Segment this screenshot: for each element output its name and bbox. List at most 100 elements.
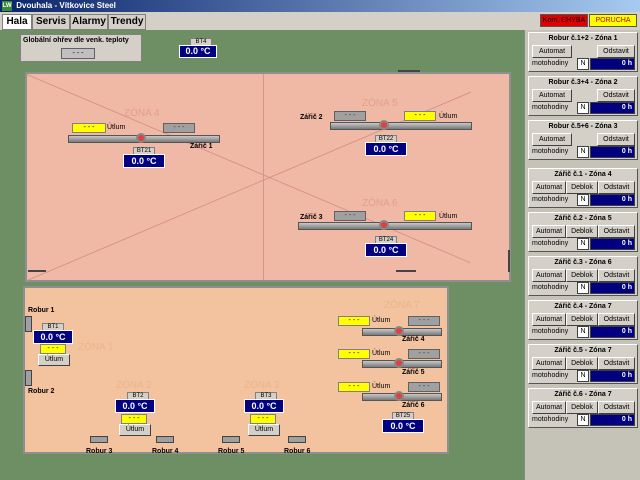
title-bar: LW Dvouhala - Vítkovice Steel — [0, 0, 640, 12]
reset-hours-button[interactable]: N — [577, 58, 589, 70]
zone-3-label: ZÓNA 3 — [244, 380, 280, 391]
heater-6-utlum[interactable]: Útlum — [372, 383, 390, 390]
zone-7-label: ZÓNA 7 — [384, 300, 420, 311]
automat-button[interactable]: Automat — [532, 401, 566, 414]
panel-section-robur-5-6: Robur č.5+6 - Zóna 3 Automat Odstavit mo… — [528, 120, 638, 160]
automat-button[interactable]: Automat — [532, 133, 572, 146]
heater-3-setpoint[interactable]: - - - — [404, 211, 436, 221]
heater-2-bar — [330, 122, 472, 130]
heater-6-status: - - - — [408, 382, 440, 392]
reset-hours-button[interactable]: N — [577, 326, 589, 338]
deblok-button[interactable]: Deblok — [566, 401, 598, 414]
reset-hours-button[interactable]: N — [577, 414, 589, 426]
heater-2-setpoint[interactable]: - - - — [404, 111, 436, 121]
section-title: Zářič č.5 - Zóna 7 — [554, 347, 612, 354]
automat-button[interactable]: Automat — [532, 181, 566, 194]
reset-hours-button[interactable]: N — [577, 194, 589, 206]
heater-5-label: Zářič 5 — [402, 369, 425, 376]
deblok-button[interactable]: Deblok — [566, 269, 598, 282]
global-heating-value[interactable]: - - - — [61, 48, 95, 59]
heater-3-fan-icon — [379, 220, 389, 230]
heater-1-label: Zářič 1 — [190, 143, 213, 150]
deblok-button[interactable]: Deblok — [566, 225, 598, 238]
bt1-setpoint[interactable]: - - - — [40, 344, 66, 354]
odstavit-button[interactable]: Odstavit — [598, 313, 635, 326]
reset-hours-button[interactable]: N — [577, 102, 589, 114]
heater-6-label: Zářič 6 — [402, 402, 425, 409]
odstavit-button[interactable]: Odstavit — [598, 181, 635, 194]
robur-2-unit — [25, 370, 32, 386]
odstavit-button[interactable]: Odstavit — [598, 225, 635, 238]
heater-2-fan-icon — [379, 120, 389, 130]
odstavit-button[interactable]: Odstavit — [598, 401, 635, 414]
automat-button[interactable]: Automat — [532, 313, 566, 326]
zone-1-label: ZÓNA 1 — [78, 342, 114, 353]
heater-4-setpoint[interactable]: - - - — [338, 316, 370, 326]
robur-2-label: Robur 2 — [28, 388, 55, 395]
robur-4-label: Robur 4 — [152, 448, 179, 455]
odstavit-button[interactable]: Odstavit — [597, 45, 635, 58]
heater-5-setpoint[interactable]: - - - — [338, 349, 370, 359]
bt3-utlum-button[interactable]: Útlum — [248, 424, 280, 436]
panel-section-robur-1-2: Robur č.1+2 - Zóna 1 Automat Odstavit mo… — [528, 32, 638, 72]
robur-5-unit — [222, 436, 240, 443]
bt2-value: 0.0 °C — [115, 399, 155, 413]
bt3-setpoint[interactable]: - - - — [250, 414, 276, 424]
heater-1-setpoint[interactable]: - - - — [72, 123, 106, 133]
section-title: Robur č.3+4 - Zóna 2 — [548, 79, 618, 86]
heater-1-status: - - - — [163, 123, 195, 133]
heater-3-utlum[interactable]: Útlum — [439, 213, 457, 220]
odstavit-button[interactable]: Odstavit — [597, 133, 635, 146]
heater-6-fan-icon — [394, 391, 404, 401]
tab-hala[interactable]: Hala — [2, 14, 32, 30]
section-title: Zářič č.2 - Zóna 5 — [554, 215, 612, 222]
heater-1-utlum[interactable]: Útlum — [107, 124, 125, 131]
bt2-setpoint[interactable]: - - - — [121, 414, 147, 424]
section-title: Zářič č.1 - Zóna 4 — [554, 171, 612, 178]
automat-button[interactable]: Automat — [532, 269, 566, 282]
roof-line — [26, 74, 471, 264]
motohodiny-label: motohodiny — [532, 104, 569, 111]
section-title: Robur č.5+6 - Zóna 3 — [548, 123, 618, 130]
reset-hours-button[interactable]: N — [577, 282, 589, 294]
tab-alarmy[interactable]: Alarmy — [70, 14, 108, 30]
zone-5-label: ZÓNA 5 — [362, 98, 398, 109]
motohodiny-label: motohodiny — [532, 60, 569, 67]
bt2-utlum-button[interactable]: Útlum — [119, 424, 151, 436]
heater-2-utlum[interactable]: Útlum — [439, 113, 457, 120]
app-icon: LW — [2, 1, 12, 11]
heater-4-status: - - - — [408, 316, 440, 326]
window-title: Dvouhala - Vítkovice Steel — [16, 1, 116, 10]
odstavit-button[interactable]: Odstavit — [598, 357, 635, 370]
odstavit-button[interactable]: Odstavit — [597, 89, 635, 102]
reset-hours-button[interactable]: N — [577, 146, 589, 158]
motohodiny-label: motohodiny — [532, 284, 569, 291]
bt22-value: 0.0 °C — [365, 142, 407, 156]
automat-button[interactable]: Automat — [532, 45, 572, 58]
reset-hours-button[interactable]: N — [577, 238, 589, 250]
heater-3-status: - - - — [334, 211, 366, 221]
deblok-button[interactable]: Deblok — [566, 357, 598, 370]
bt1-utlum-button[interactable]: Útlum — [38, 354, 70, 366]
heater-4-utlum[interactable]: Útlum — [372, 317, 390, 324]
heater-5-utlum[interactable]: Útlum — [372, 350, 390, 357]
zone-2-label: ZÓNA 2 — [116, 380, 152, 391]
odstavit-button[interactable]: Odstavit — [598, 269, 635, 282]
deblok-button[interactable]: Deblok — [566, 313, 598, 326]
reset-hours-button[interactable]: N — [577, 370, 589, 382]
hall-plan: Globální ohřev dle venk. teploty - - - B… — [0, 30, 524, 480]
heater-6-setpoint[interactable]: - - - — [338, 382, 370, 392]
tab-servis[interactable]: Servis — [32, 14, 70, 30]
motohodiny-label: motohodiny — [532, 240, 569, 247]
automat-button[interactable]: Automat — [532, 225, 566, 238]
tab-trendy[interactable]: Trendy — [108, 14, 146, 30]
heater-5-status: - - - — [408, 349, 440, 359]
bt1-value: 0.0 °C — [33, 330, 73, 344]
automat-button[interactable]: Automat — [532, 89, 572, 102]
panel-section-heater-6: Zářič č.6 - Zóna 7 Automat Deblok Odstav… — [528, 388, 638, 428]
panel-section-heater-5: Zářič č.5 - Zóna 7 Automat Deblok Odstav… — [528, 344, 638, 384]
heater-2-label: Zářič 2 — [300, 114, 323, 121]
deblok-button[interactable]: Deblok — [566, 181, 598, 194]
hours-value: 0 h — [590, 102, 635, 114]
automat-button[interactable]: Automat — [532, 357, 566, 370]
